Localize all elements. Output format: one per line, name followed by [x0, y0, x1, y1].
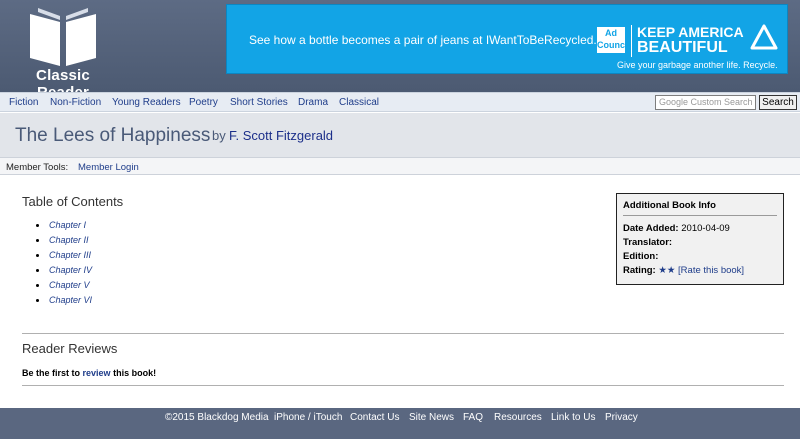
search-input[interactable]: Google Custom Search: [655, 95, 756, 110]
translator-label: Translator:: [623, 237, 673, 248]
member-tools-label: Member Tools:: [6, 162, 69, 173]
info-divider: [623, 215, 777, 216]
divider-top: [22, 333, 784, 334]
ad-council-logo: Ad Council: [597, 27, 630, 53]
site-header: Classic Reader See how a bottle becomes …: [0, 0, 800, 101]
nav-drama[interactable]: Drama: [298, 97, 328, 108]
by-label: by: [212, 128, 226, 143]
chapter-link-6[interactable]: Chapter VI: [34, 295, 92, 310]
recycle-icon: [750, 24, 778, 50]
category-nav: Fiction Non-Fiction Young Readers Poetry…: [0, 92, 800, 112]
translator-row: Translator:: [623, 237, 672, 248]
review-suffix: this book!: [113, 368, 157, 378]
nav-classical[interactable]: Classical: [339, 97, 379, 108]
ad-banner[interactable]: See how a bottle becomes a pair of jeans…: [226, 4, 788, 74]
member-tools-bar: Member Tools: Member Login: [0, 157, 800, 175]
divider-bottom: [22, 385, 784, 386]
book-logo-icon: [30, 8, 96, 66]
footer-copyright: ©2015 Blackdog Media: [165, 412, 269, 423]
chapter-link-4[interactable]: Chapter IV: [34, 265, 92, 280]
member-login-link[interactable]: Member Login: [78, 162, 139, 173]
ad-tagline: Give your garbage another life. Recycle.: [617, 60, 778, 70]
site-logo[interactable]: Classic Reader: [8, 4, 118, 101]
chapter-link-2[interactable]: Chapter II: [34, 235, 92, 250]
nav-fiction[interactable]: Fiction: [9, 97, 38, 108]
footer-link-to-us[interactable]: Link to Us: [551, 412, 595, 423]
search-button[interactable]: Search: [759, 95, 797, 110]
rate-book-link[interactable]: [Rate this book]: [678, 265, 744, 276]
review-link[interactable]: review: [83, 368, 111, 378]
title-bar: The Lees of Happiness by F. Scott Fitzge…: [0, 113, 800, 157]
footer-resources-link[interactable]: Resources: [494, 412, 542, 423]
toc-heading: Table of Contents: [22, 194, 124, 209]
chapter-link-5[interactable]: Chapter V: [34, 280, 92, 295]
rating-row: Rating: ★★ [Rate this book]: [623, 265, 744, 276]
date-added-label: Date Added:: [623, 223, 679, 234]
rating-stars-icon: ★★: [658, 265, 676, 276]
chapter-list: Chapter I Chapter II Chapter III Chapter…: [34, 220, 92, 310]
ad-divider: [631, 25, 632, 57]
nav-poetry[interactable]: Poetry: [189, 97, 218, 108]
footer-news-link[interactable]: Site News: [409, 412, 454, 423]
chapter-link-1[interactable]: Chapter I: [34, 220, 92, 235]
author-link[interactable]: F. Scott Fitzgerald: [229, 128, 333, 143]
ad-brand-line2: BEAUTIFUL: [637, 39, 728, 56]
edition-label: Edition:: [623, 251, 659, 262]
date-added-value: 2010-04-09: [681, 223, 730, 234]
chapter-link-3[interactable]: Chapter III: [34, 250, 92, 265]
footer-faq-link[interactable]: FAQ: [463, 412, 483, 423]
ad-brand-line1: KEEP AMERICA: [637, 24, 744, 40]
nav-non-fiction[interactable]: Non-Fiction: [50, 97, 101, 108]
first-review-text: Be the first to review this book!: [22, 368, 156, 378]
footer-contact-link[interactable]: Contact Us: [350, 412, 399, 423]
edition-row: Edition:: [623, 251, 658, 262]
reviews-heading: Reader Reviews: [22, 341, 118, 356]
nav-short-stories[interactable]: Short Stories: [230, 97, 288, 108]
site-footer: ©2015 Blackdog Media iPhone / iTouch Con…: [0, 408, 800, 439]
footer-privacy-link[interactable]: Privacy: [605, 412, 638, 423]
review-prefix: Be the first to: [22, 368, 81, 378]
book-info-box: Additional Book Info Date Added: 2010-04…: [616, 193, 784, 285]
footer-iphone-link[interactable]: iPhone / iTouch: [274, 412, 342, 423]
rating-label: Rating:: [623, 265, 656, 276]
ad-text: See how a bottle becomes a pair of jeans…: [249, 33, 615, 47]
nav-young-readers[interactable]: Young Readers: [112, 97, 181, 108]
info-title: Additional Book Info: [623, 200, 716, 211]
book-title: The Lees of Happiness: [15, 125, 211, 146]
date-added-row: Date Added: 2010-04-09: [623, 223, 730, 234]
